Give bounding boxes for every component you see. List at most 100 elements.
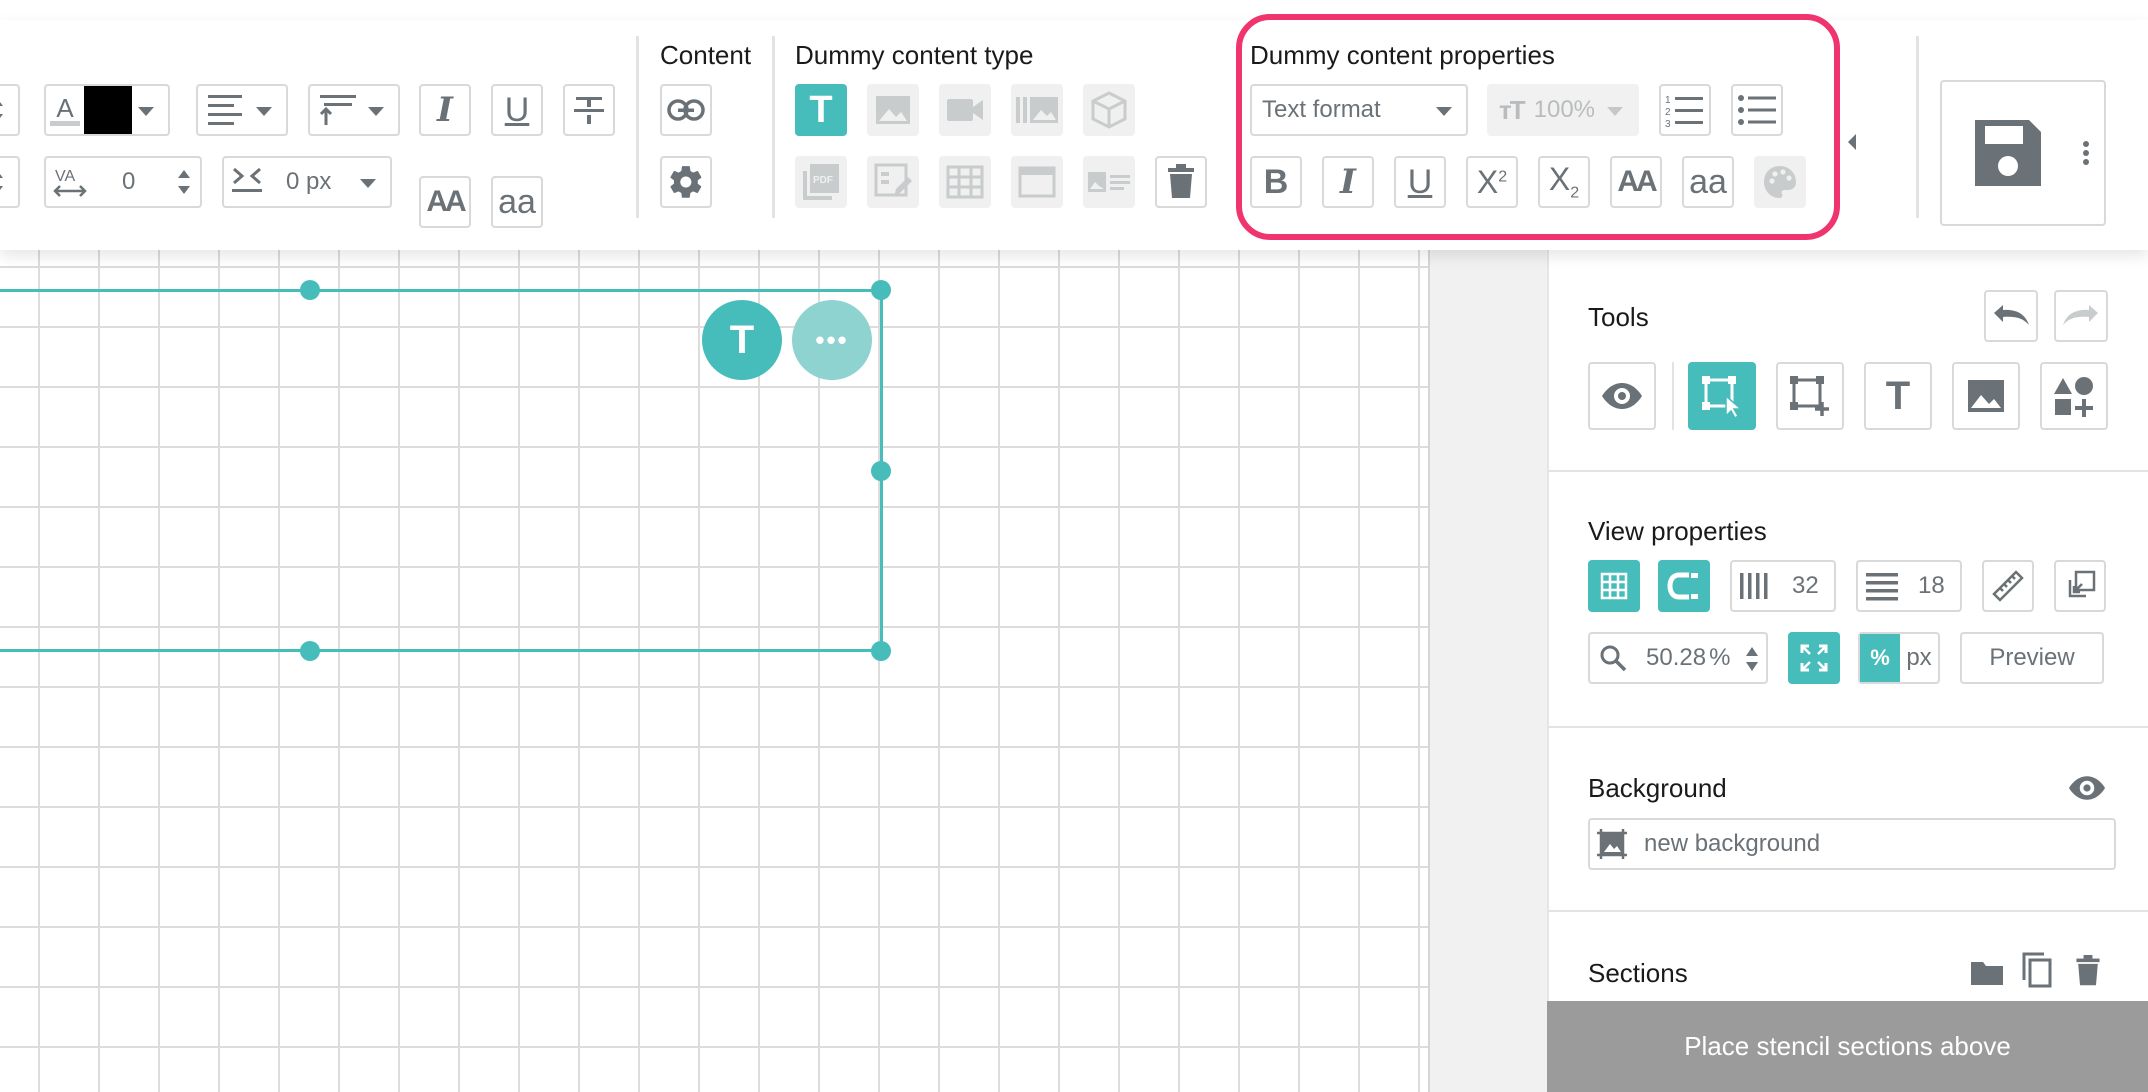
3d-type-button[interactable]: [1083, 84, 1135, 136]
pdf-type-button[interactable]: PDF: [795, 156, 847, 208]
text-type-button[interactable]: T: [795, 84, 847, 136]
trash-icon[interactable]: [2074, 955, 2102, 987]
chevron-down-icon: [1436, 107, 1452, 116]
uppercase-prop-button[interactable]: AA: [1610, 156, 1662, 208]
lowercase-button[interactable]: aa: [491, 176, 543, 228]
chevron-down-icon: [256, 107, 272, 116]
unit-percent-option[interactable]: %: [1860, 634, 1900, 682]
gallery-type-button[interactable]: [1011, 84, 1063, 136]
content-section-title: Content: [660, 40, 752, 70]
resize-handle-top-right[interactable]: [871, 280, 891, 300]
font-size-icon: тT: [1499, 94, 1526, 125]
panel-divider: [1547, 910, 2148, 912]
add-frame-tool-button[interactable]: [1776, 362, 1844, 430]
letter-spacing-stepper[interactable]: VA 0: [44, 156, 202, 208]
bullet-list-button[interactable]: [1731, 84, 1783, 136]
bold-icon: B: [1263, 163, 1289, 201]
link-button[interactable]: [660, 84, 712, 136]
italic-icon: I: [437, 90, 453, 130]
shapes-tool-button[interactable]: [2040, 362, 2108, 430]
collapse-arrow-icon[interactable]: [1846, 133, 1858, 151]
settings-button[interactable]: [660, 156, 712, 208]
subscript-button[interactable]: X2: [1538, 156, 1590, 208]
delete-content-button[interactable]: [1155, 156, 1207, 208]
pdf-icon: PDF: [803, 164, 839, 200]
bold-button[interactable]: B: [1250, 156, 1302, 208]
text-color-picker[interactable]: A: [44, 84, 170, 136]
frame-type-button[interactable]: [1011, 156, 1063, 208]
text-tool-button[interactable]: T: [1864, 362, 1932, 430]
underline-icon: U: [1407, 163, 1433, 201]
fit-to-screen-button[interactable]: [1788, 632, 1840, 684]
underline-button[interactable]: U: [491, 84, 543, 136]
uppercase-button[interactable]: AA: [419, 176, 471, 228]
video-icon: [947, 99, 983, 121]
snap-toggle-button[interactable]: [1658, 560, 1710, 612]
underline-prop-button[interactable]: U: [1394, 156, 1446, 208]
element-type-badge[interactable]: T: [702, 300, 782, 380]
undo-button[interactable]: [1984, 290, 2038, 342]
align-left-icon: [208, 95, 242, 125]
text-align-dropdown[interactable]: [196, 84, 288, 136]
stepper-arrows-icon: [178, 170, 190, 194]
copy-icon[interactable]: [2020, 952, 2054, 988]
grid-toggle-button[interactable]: [1588, 560, 1640, 612]
toolbar-divider: [1916, 36, 1919, 218]
text-tool-icon: T: [1885, 373, 1911, 418]
superscript-button[interactable]: X2: [1466, 156, 1518, 208]
grid-rows-field[interactable]: 18: [1856, 560, 1962, 612]
lowercase-prop-button[interactable]: aa: [1682, 156, 1734, 208]
resize-handle-bottom[interactable]: [300, 641, 320, 661]
element-more-button[interactable]: •••: [792, 300, 872, 380]
eye-icon[interactable]: [2068, 775, 2106, 801]
form-type-button[interactable]: [867, 156, 919, 208]
image-icon: [876, 96, 910, 124]
table-type-button[interactable]: [939, 156, 991, 208]
layers-button[interactable]: [2054, 560, 2106, 612]
resize-handle-right[interactable]: [871, 461, 891, 481]
text-color-icon: A: [50, 95, 80, 126]
zoom-field[interactable]: 50.28 %: [1588, 632, 1768, 684]
preview-button[interactable]: Preview: [1960, 632, 2104, 684]
stepper-arrows-icon: [0, 102, 3, 118]
save-button[interactable]: [1940, 80, 2106, 226]
redo-button[interactable]: [2054, 290, 2108, 342]
card-type-button[interactable]: [1083, 156, 1135, 208]
font-scale-dropdown[interactable]: тT 100%: [1487, 84, 1639, 136]
text-format-dropdown[interactable]: Text format: [1250, 84, 1468, 136]
numbered-list-button[interactable]: 1 2 3: [1659, 84, 1711, 136]
folder-icon[interactable]: [1970, 958, 2004, 986]
italic-prop-button[interactable]: I: [1322, 156, 1374, 208]
line-height-stepper[interactable]: [0, 156, 20, 208]
vertical-align-dropdown[interactable]: [308, 84, 400, 136]
canvas-gutter: [1428, 250, 1547, 1092]
chevron-down-icon: [1607, 107, 1623, 116]
ruler-button[interactable]: [1982, 560, 2034, 612]
grid-columns-field[interactable]: 32: [1730, 560, 1836, 612]
select-tool-button[interactable]: [1688, 362, 1756, 430]
resize-handle-bottom-right[interactable]: [871, 641, 891, 661]
letter-spacing-icon: VA: [53, 168, 87, 197]
preview-toggle-button[interactable]: [1588, 362, 1656, 430]
italic-button[interactable]: I: [419, 84, 471, 136]
underline-icon: U: [504, 91, 530, 129]
color-palette-button[interactable]: [1754, 156, 1806, 208]
eye-icon: [1602, 383, 1642, 409]
add-shapes-icon: [2054, 377, 2093, 417]
unit-px-option[interactable]: px: [1900, 644, 1938, 672]
image-type-button[interactable]: [867, 84, 919, 136]
unit-toggle[interactable]: % px: [1858, 632, 1940, 684]
resize-handle-top[interactable]: [300, 280, 320, 300]
text-color-swatch: [84, 86, 132, 134]
redo-icon: [2063, 305, 2098, 325]
line-spacing-dropdown[interactable]: 0 px: [222, 156, 392, 208]
image-tool-button[interactable]: [1952, 362, 2020, 430]
stencil-drop-zone[interactable]: Place stencil sections above: [1547, 1001, 2148, 1092]
window-icon: [1018, 166, 1056, 198]
strikethrough-button[interactable]: [563, 84, 615, 136]
lowercase-icon: aa: [1689, 163, 1727, 201]
video-type-button[interactable]: [939, 84, 991, 136]
background-field[interactable]: new background: [1588, 818, 2116, 870]
font-size-stepper[interactable]: [0, 84, 20, 136]
more-vertical-icon[interactable]: [2082, 140, 2090, 166]
